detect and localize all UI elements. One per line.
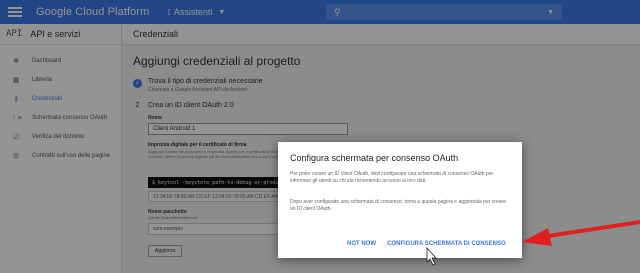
dialog-paragraph-1: Per poter creare un ID client OAuth, dev… <box>290 171 494 184</box>
not-now-button[interactable]: NOT NOW <box>347 241 376 247</box>
dialog-paragraph-2: Dopo aver configurato una schermata di c… <box>290 199 506 212</box>
oauth-consent-dialog: Configura schermata per consenso OAuth P… <box>278 142 522 258</box>
configure-consent-button[interactable]: CONFIGURA SCHERMATA DI CONSENSO <box>387 241 506 247</box>
dialog-title: Configura schermata per consenso OAuth <box>290 153 459 163</box>
